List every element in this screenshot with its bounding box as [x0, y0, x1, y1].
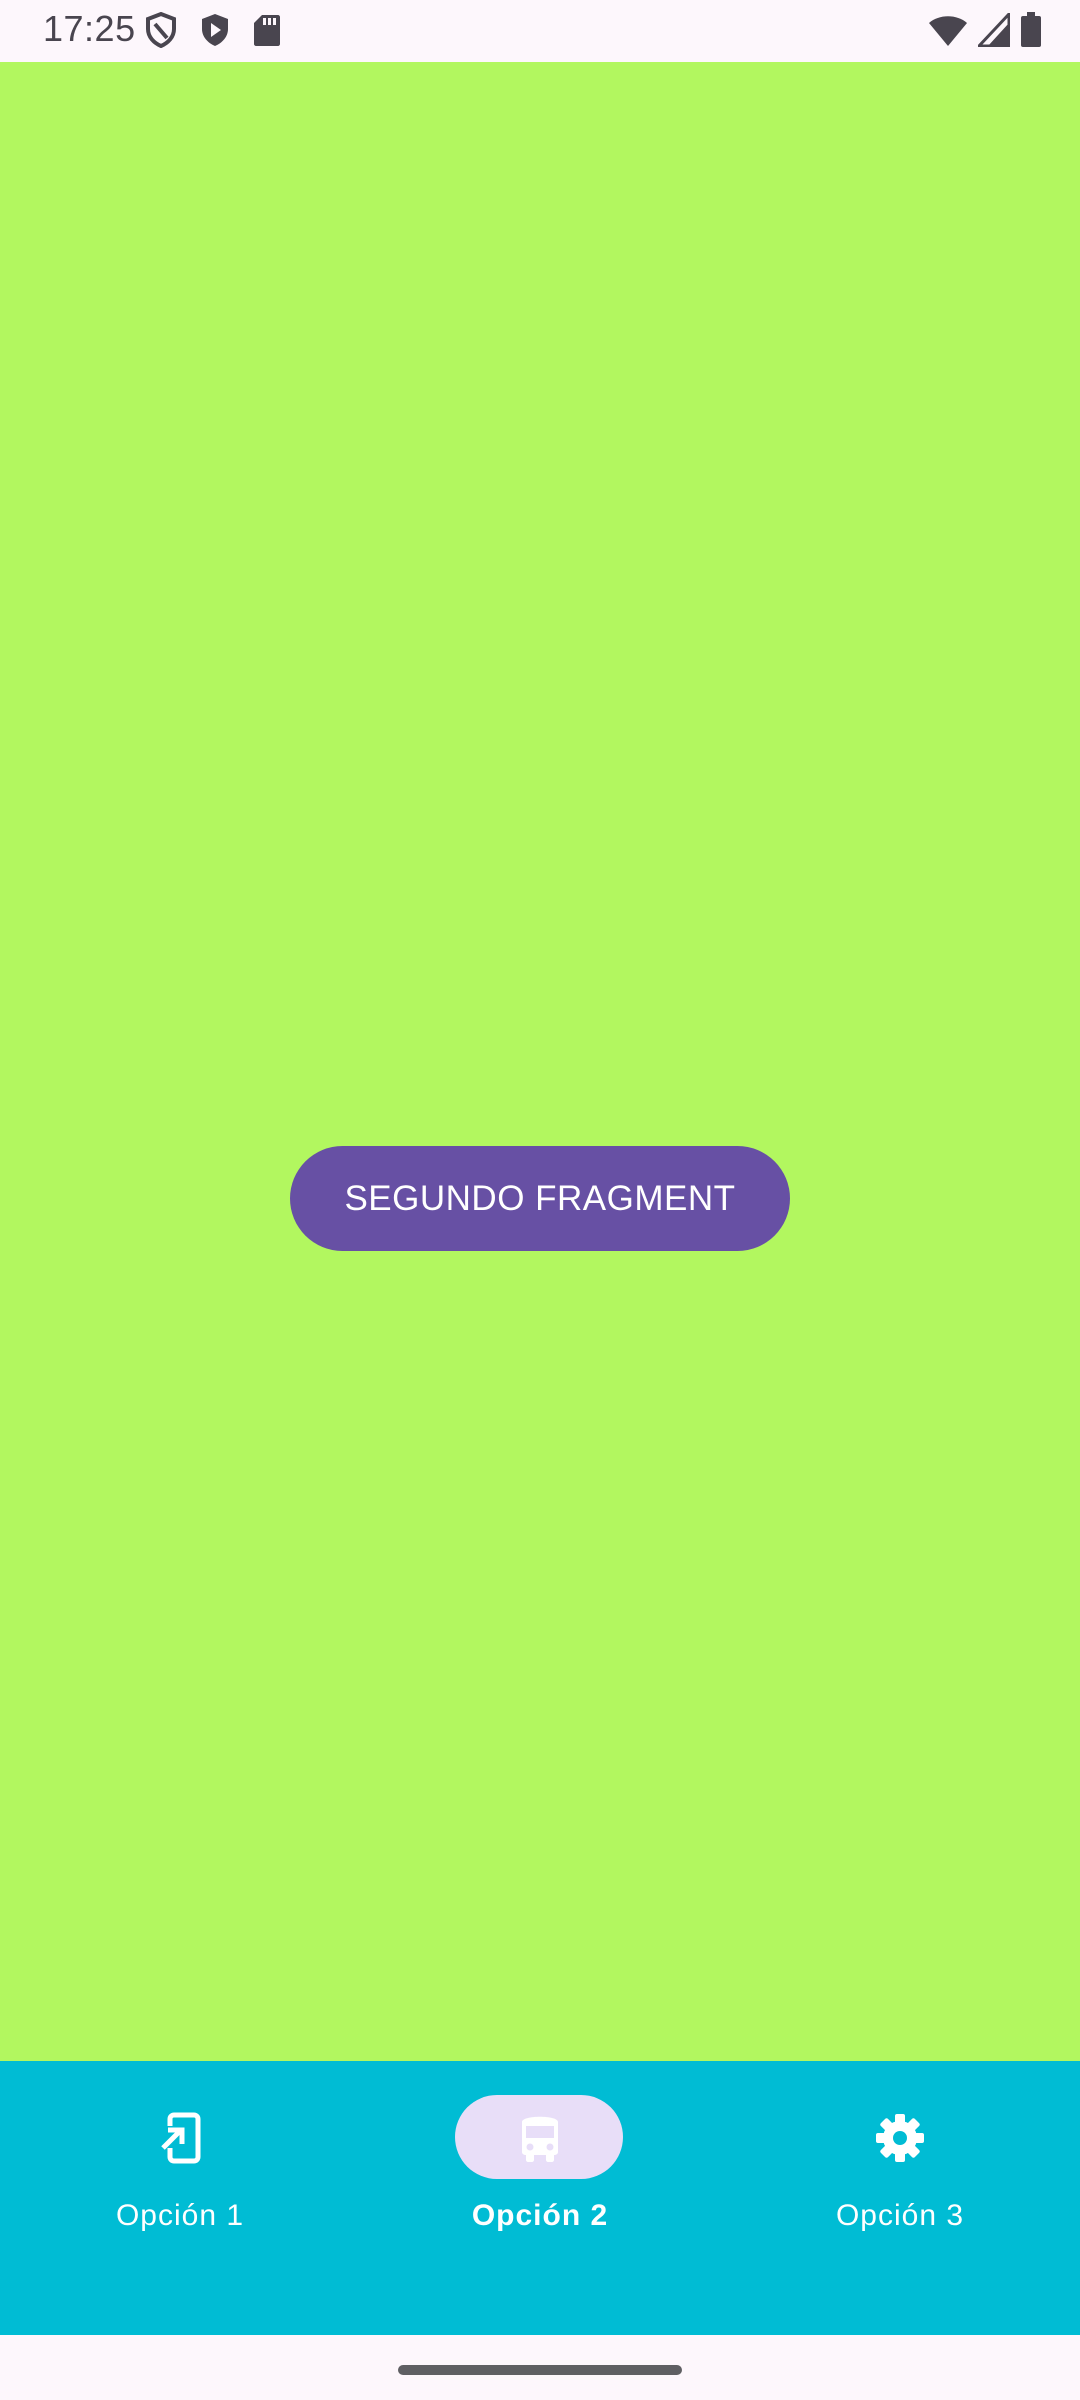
nav-label: Opción 2	[471, 2199, 609, 2232]
gear-icon	[874, 2112, 926, 2164]
phone-redirect-icon	[154, 2112, 206, 2164]
sd-card-icon	[253, 13, 281, 47]
status-right-icons	[928, 12, 1042, 48]
nav-label: Opción 1	[115, 2199, 245, 2232]
status-time: 17:25	[43, 8, 136, 49]
cell-signal-icon	[978, 13, 1010, 47]
app-screen: 17:25 SEGUNDO FRAGMENT Opción 1 Opción 2…	[0, 0, 1080, 2400]
home-gesture-handle[interactable]	[398, 2365, 682, 2375]
wifi-icon	[928, 13, 968, 47]
status-bar: 17:25	[0, 0, 1080, 62]
segundo-fragment-button[interactable]: SEGUNDO FRAGMENT	[290, 1146, 790, 1251]
nav-item-opcion-3[interactable]: Opción 3	[720, 2061, 1080, 2335]
gesture-bar-area	[0, 2335, 1080, 2400]
bus-icon	[514, 2112, 566, 2164]
play-protect-icon	[199, 12, 231, 48]
fragment-container: SEGUNDO FRAGMENT	[0, 62, 1080, 2061]
nav-item-opcion-1[interactable]: Opción 1	[0, 2061, 360, 2335]
nav-item-opcion-2[interactable]: Opción 2	[360, 2061, 720, 2335]
nav-label: Opción 3	[835, 2199, 965, 2232]
bottom-navigation: Opción 1 Opción 2 Opción 3	[0, 2061, 1080, 2335]
status-left-icons	[145, 12, 281, 48]
battery-icon	[1020, 12, 1042, 48]
shield-outline-icon	[145, 12, 177, 48]
